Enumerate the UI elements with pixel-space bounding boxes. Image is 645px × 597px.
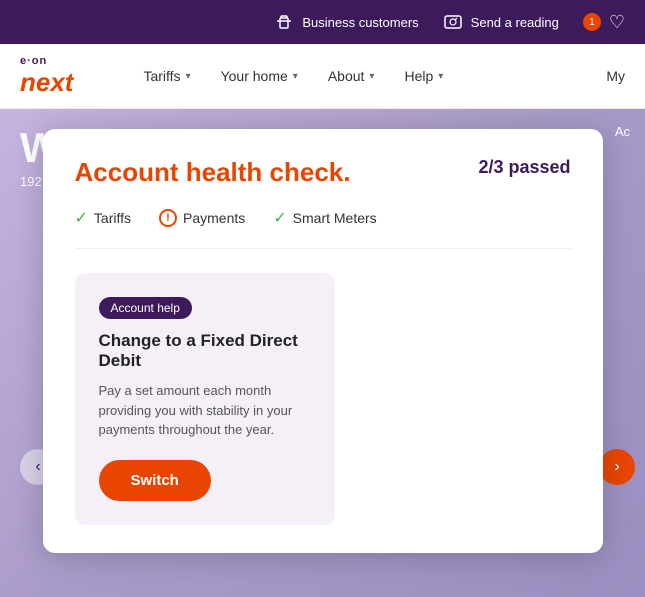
modal-overlay: Account health check. 2/3 passed ✓ Tarif…	[0, 109, 645, 597]
nav-about[interactable]: About ▾	[328, 68, 375, 84]
heart-icon: ♡	[609, 12, 625, 33]
send-reading-link[interactable]: Send a reading	[443, 12, 559, 32]
logo-eon: e·on	[20, 55, 73, 67]
nav-your-home[interactable]: Your home ▾	[221, 68, 298, 84]
nav-bar: e·on next Tariffs ▾ Your home ▾ About ▾ …	[0, 44, 645, 109]
chevron-down-icon: ▾	[186, 71, 191, 82]
check-smart-meters: ✓ Smart Meters	[273, 208, 376, 228]
nav-my[interactable]: My	[606, 68, 625, 84]
chevron-down-icon: ▾	[369, 71, 374, 82]
meter-icon	[443, 12, 463, 32]
top-bar: Business customers Send a reading 1 ♡	[0, 0, 645, 44]
chevron-down-icon: ▾	[293, 71, 298, 82]
check-pass-icon: ✓	[75, 208, 88, 228]
check-tariffs: ✓ Tariffs	[75, 208, 132, 228]
nav-tariffs[interactable]: Tariffs ▾	[143, 68, 190, 84]
chevron-down-icon: ▾	[438, 71, 443, 82]
business-customers-link[interactable]: Business customers	[274, 12, 418, 32]
switch-button[interactable]: Switch	[99, 460, 211, 501]
logo[interactable]: e·on next	[20, 55, 73, 98]
modal-title: Account health check.	[75, 157, 351, 188]
nav-help[interactable]: Help ▾	[404, 68, 443, 84]
card-title: Change to a Fixed Direct Debit	[99, 331, 311, 371]
card-description: Pay a set amount each month providing yo…	[99, 381, 311, 440]
card-tag: Account help	[99, 297, 192, 319]
check-items-row: ✓ Tariffs ! Payments ✓ Smart Meters	[75, 208, 571, 249]
recommendation-card: Account help Change to a Fixed Direct De…	[75, 273, 335, 525]
health-check-modal: Account health check. 2/3 passed ✓ Tarif…	[43, 129, 603, 553]
notifications-link[interactable]: 1 ♡	[583, 12, 625, 33]
briefcase-icon	[274, 12, 294, 32]
modal-header: Account health check. 2/3 passed	[75, 157, 571, 188]
check-pass-icon-2: ✓	[273, 208, 286, 228]
check-payments: ! Payments	[159, 209, 245, 227]
logo-next: next	[20, 67, 73, 98]
check-warn-icon: !	[159, 209, 177, 227]
modal-score: 2/3 passed	[478, 157, 570, 178]
notification-badge: 1	[583, 13, 601, 31]
